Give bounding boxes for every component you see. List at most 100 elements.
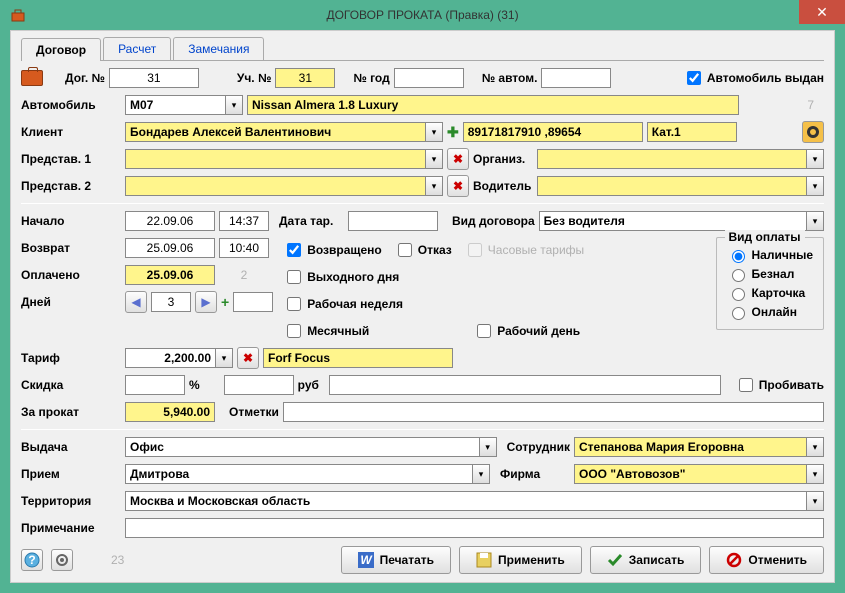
uch-no-input[interactable]	[275, 68, 335, 88]
apply-button[interactable]: Применить	[459, 546, 582, 574]
svg-text:W: W	[360, 553, 373, 567]
discount-rub-input[interactable]	[224, 375, 294, 395]
rep1-clear-button[interactable]: ✖	[447, 148, 469, 170]
auto-issued-checkbox[interactable]: Автомобиль выдан	[683, 68, 824, 88]
date-tar-input[interactable]	[348, 211, 438, 231]
payment-card-radio[interactable]: Карточка	[727, 285, 813, 301]
label-marks: Отметки	[229, 405, 279, 419]
tab-contract[interactable]: Договор	[21, 38, 101, 61]
refusal-checkbox[interactable]: Отказ	[394, 240, 452, 260]
label-organ: Организ.	[473, 152, 533, 166]
svg-text:?: ?	[28, 553, 35, 567]
rep2-clear-button[interactable]: ✖	[447, 175, 469, 197]
firm-dropdown[interactable]: ▾	[806, 464, 824, 484]
label-driver: Водитель	[473, 179, 533, 193]
no-year-input[interactable]	[394, 68, 464, 88]
add-client-icon[interactable]: ✚	[447, 124, 459, 141]
auto-code-dropdown[interactable]: ▾	[225, 95, 243, 115]
return-date-input[interactable]	[125, 238, 215, 258]
tab-calc[interactable]: Расчет	[103, 37, 171, 60]
label-pct: %	[189, 378, 200, 392]
contract-type-input[interactable]	[539, 211, 806, 231]
word-icon: W	[358, 552, 374, 568]
tariff-input[interactable]	[125, 348, 215, 368]
titlebar: ДОГОВОР ПРОКАТА (Правка) (31) ✕	[0, 0, 845, 30]
payment-noncash-radio[interactable]: Безнал	[727, 266, 813, 282]
issue-input[interactable]	[125, 437, 479, 457]
dog-no-input[interactable]	[109, 68, 199, 88]
discount-pct-input[interactable]	[125, 375, 185, 395]
print-button[interactable]: W Печатать	[341, 546, 451, 574]
days-add-icon[interactable]: +	[221, 294, 229, 310]
start-time-input[interactable]	[219, 211, 269, 231]
label-rep2: Представ. 2	[21, 179, 121, 193]
label-rental: За прокат	[21, 405, 121, 419]
payment-cash-radio[interactable]: Наличные	[727, 247, 813, 263]
firm-input[interactable]	[574, 464, 806, 484]
payment-type-group: Вид оплаты Наличные Безнал Карточка Онла…	[716, 237, 824, 330]
help-button[interactable]: ?	[21, 549, 43, 571]
rep1-input[interactable]	[125, 149, 425, 169]
territory-input[interactable]	[125, 491, 806, 511]
monthly-checkbox[interactable]: Месячный	[283, 321, 369, 341]
workweek-checkbox[interactable]: Рабочая неделя	[283, 294, 403, 314]
discount-extra-input[interactable]	[329, 375, 721, 395]
days-next-button[interactable]: ▶	[195, 291, 217, 313]
marks-input[interactable]	[283, 402, 824, 422]
auto-name-input[interactable]	[247, 95, 739, 115]
app-icon	[10, 7, 26, 23]
start-date-input[interactable]	[125, 211, 215, 231]
cancel-button[interactable]: Отменить	[709, 546, 824, 574]
label-automobile: Автомобиль	[21, 98, 121, 112]
tab-notes[interactable]: Замечания	[173, 37, 264, 60]
auto-code-input[interactable]	[125, 95, 225, 115]
rep2-input[interactable]	[125, 176, 425, 196]
label-discount: Скидка	[21, 378, 121, 392]
label-tariff: Тариф	[21, 351, 121, 365]
days-extra-input[interactable]	[233, 292, 273, 312]
close-button[interactable]: ✕	[799, 0, 845, 24]
issue-dropdown[interactable]: ▾	[479, 437, 497, 457]
note-input[interactable]	[125, 518, 824, 538]
days-input[interactable]	[151, 292, 191, 312]
receipt-input[interactable]	[125, 464, 472, 484]
organ-input[interactable]	[537, 149, 806, 169]
returned-checkbox[interactable]: Возвращено	[283, 240, 382, 260]
territory-dropdown[interactable]: ▾	[806, 491, 824, 511]
return-time-input[interactable]	[219, 238, 269, 258]
organ-dropdown[interactable]: ▾	[806, 149, 824, 169]
label-rep1: Представ. 1	[21, 152, 121, 166]
client-cat-input[interactable]	[647, 122, 737, 142]
label-territory: Территория	[21, 494, 121, 508]
cancel-icon	[726, 552, 742, 568]
client-phone-input[interactable]	[463, 122, 643, 142]
check-icon	[607, 552, 623, 568]
rental-input[interactable]	[125, 402, 215, 422]
workday-checkbox[interactable]: Рабочий день	[473, 321, 580, 341]
rep2-dropdown[interactable]: ▾	[425, 176, 443, 196]
save-button[interactable]: Записать	[590, 546, 702, 574]
receipt-dropdown[interactable]: ▾	[472, 464, 490, 484]
punch-checkbox[interactable]: Пробивать	[735, 375, 824, 395]
tariff-dropdown[interactable]: ▾	[215, 348, 233, 368]
tab-bar: Договор Расчет Замечания	[21, 37, 824, 61]
employee-dropdown[interactable]: ▾	[806, 437, 824, 457]
client-warn-button[interactable]	[802, 121, 824, 143]
employee-input[interactable]	[574, 437, 806, 457]
days-prev-button[interactable]: ◀	[125, 291, 147, 313]
settings-button[interactable]	[51, 549, 73, 571]
driver-input[interactable]	[537, 176, 806, 196]
rep1-dropdown[interactable]: ▾	[425, 149, 443, 169]
weekend-checkbox[interactable]: Выходного дня	[283, 267, 399, 287]
contract-type-dropdown[interactable]: ▾	[806, 211, 824, 231]
client-input[interactable]	[125, 122, 425, 142]
payment-online-radio[interactable]: Онлайн	[727, 304, 813, 320]
client-dropdown[interactable]: ▾	[425, 122, 443, 142]
tariff-clear-button[interactable]: ✖	[237, 347, 259, 369]
paid-date-input[interactable]	[125, 265, 215, 285]
save-icon	[476, 552, 492, 568]
auto-issued-check[interactable]	[687, 71, 701, 85]
driver-dropdown[interactable]: ▾	[806, 176, 824, 196]
tariff-name-input[interactable]	[263, 348, 453, 368]
no-auto-input[interactable]	[541, 68, 611, 88]
